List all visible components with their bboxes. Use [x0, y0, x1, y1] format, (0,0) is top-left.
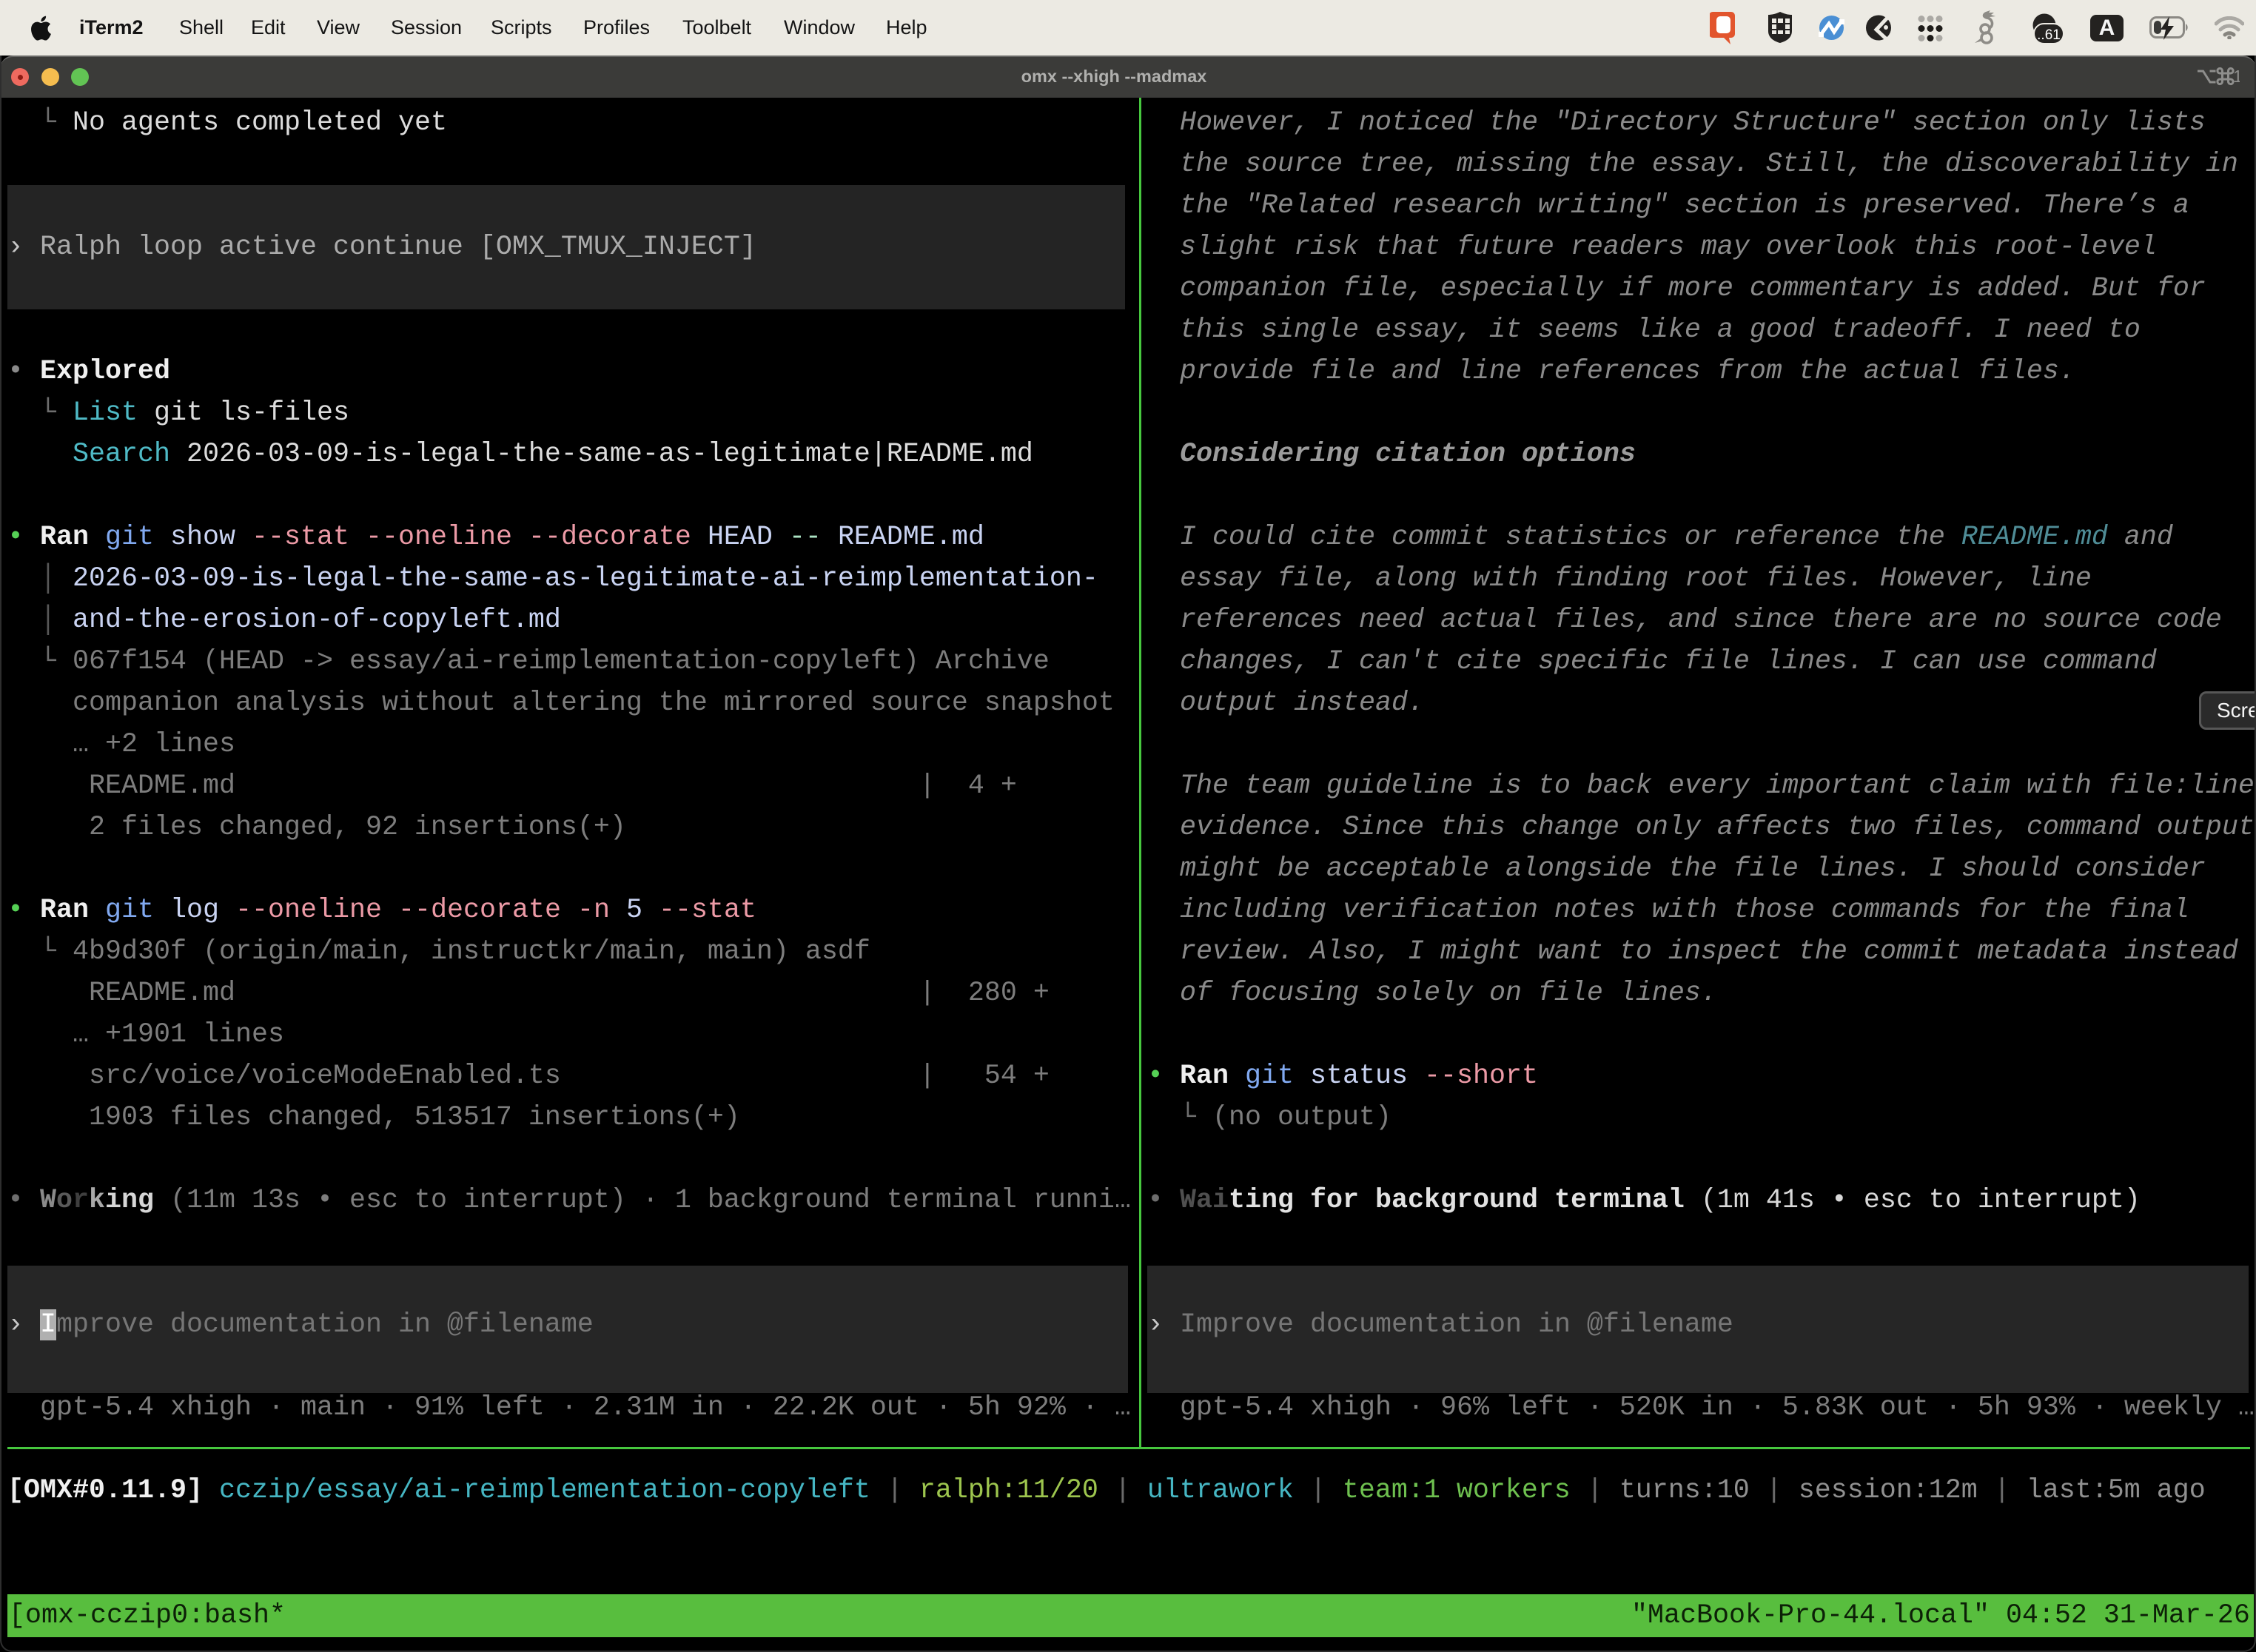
svg-text:..61: ..61 — [2037, 27, 2061, 43]
